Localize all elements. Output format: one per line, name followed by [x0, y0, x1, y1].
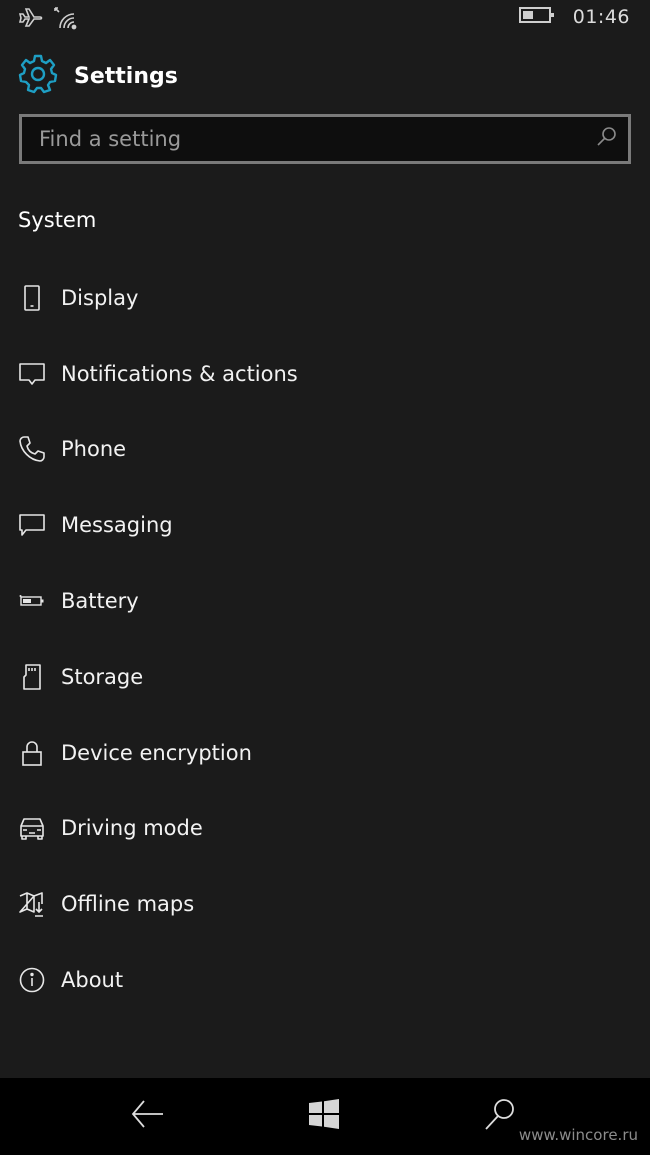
- watermark: www.wincore.ru: [518, 1126, 638, 1144]
- windows-logo-icon: [308, 1098, 340, 1134]
- battery-icon: [18, 587, 46, 615]
- section-title: System: [18, 208, 97, 232]
- search-icon: [482, 1096, 518, 1136]
- navigation-bar: www.wincore.ru: [0, 1078, 650, 1155]
- menu-item-notifications[interactable]: Notifications & actions: [0, 336, 650, 412]
- phone-handset-icon: [18, 435, 46, 463]
- start-button[interactable]: [302, 1096, 346, 1136]
- notification-icon: [18, 360, 46, 388]
- menu-item-messaging[interactable]: Messaging: [0, 487, 650, 563]
- gear-icon: [18, 54, 58, 98]
- menu-item-label: Battery: [61, 589, 139, 614]
- car-icon: [18, 814, 46, 842]
- battery-icon: [518, 6, 555, 28]
- map-download-icon: [18, 890, 46, 918]
- message-icon: [18, 511, 46, 539]
- menu-item-driving-mode[interactable]: Driving mode: [0, 791, 650, 867]
- info-icon: [18, 966, 46, 994]
- search-icon: [595, 126, 617, 152]
- menu-item-label: Display: [61, 285, 139, 310]
- search-nav-button[interactable]: [478, 1096, 522, 1136]
- status-time: 01:46: [572, 6, 630, 28]
- lock-icon: [18, 739, 46, 767]
- search-button[interactable]: [584, 117, 628, 161]
- menu-item-about[interactable]: About: [0, 942, 650, 1018]
- menu-item-label: Notifications & actions: [61, 361, 298, 386]
- settings-list: Display Notifications & actions Phone Me…: [0, 260, 650, 1018]
- menu-item-label: Device encryption: [61, 740, 252, 765]
- status-bar: 01:46: [0, 0, 650, 36]
- settings-screen: 01:46 Settings System: [0, 0, 650, 1155]
- menu-item-device-encryption[interactable]: Device encryption: [0, 715, 650, 791]
- back-arrow-icon: [130, 1098, 166, 1134]
- search-input[interactable]: [22, 117, 584, 161]
- menu-item-label: Storage: [61, 664, 144, 689]
- page-title: Settings: [74, 63, 178, 89]
- airplane-mode-icon: [18, 7, 44, 33]
- page-header: Settings: [18, 54, 178, 98]
- menu-item-label: Driving mode: [61, 816, 203, 841]
- menu-item-label: Offline maps: [61, 892, 195, 917]
- menu-item-display[interactable]: Display: [0, 260, 650, 336]
- menu-item-label: Messaging: [61, 513, 173, 538]
- phone-display-icon: [18, 284, 46, 312]
- menu-item-storage[interactable]: Storage: [0, 639, 650, 715]
- search-box: [19, 114, 631, 164]
- menu-item-offline-maps[interactable]: Offline maps: [0, 866, 650, 942]
- menu-item-label: Phone: [61, 437, 127, 462]
- back-button[interactable]: [126, 1096, 170, 1136]
- menu-item-phone[interactable]: Phone: [0, 412, 650, 488]
- menu-item-battery[interactable]: Battery: [0, 563, 650, 639]
- menu-item-label: About: [61, 968, 124, 993]
- wifi-icon: [52, 6, 80, 34]
- sd-card-icon: [18, 663, 46, 691]
